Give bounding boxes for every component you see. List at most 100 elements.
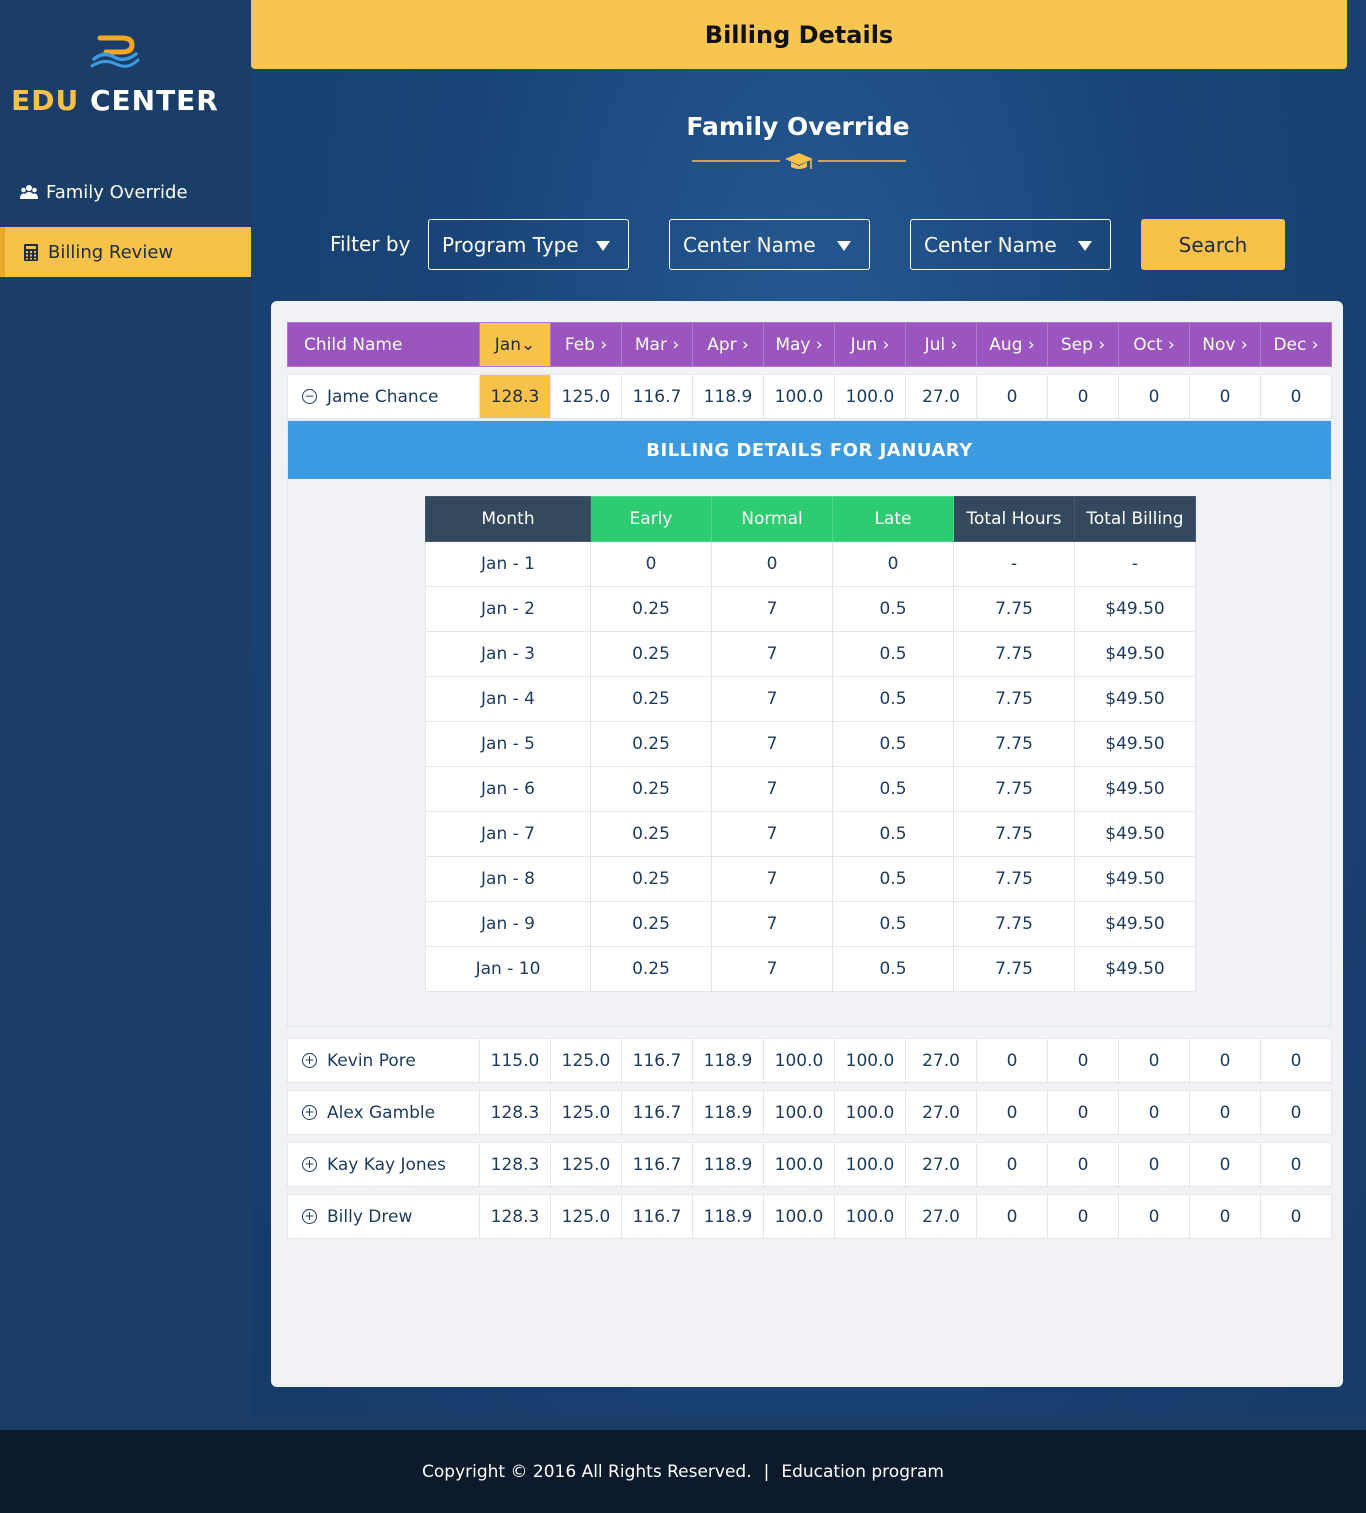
month-value[interactable]: 115.0: [479, 1038, 551, 1083]
month-value[interactable]: 0: [976, 1038, 1048, 1083]
month-value[interactable]: 116.7: [621, 1142, 693, 1187]
detail-cell: 0.25: [590, 766, 712, 812]
column-header-mar[interactable]: Mar ›: [621, 322, 693, 367]
child-name-cell: + Alex Gamble: [287, 1090, 480, 1135]
column-header-may[interactable]: May ›: [763, 322, 835, 367]
month-value[interactable]: 118.9: [692, 1090, 764, 1135]
month-value[interactable]: 27.0: [905, 1194, 977, 1239]
month-value[interactable]: 100.0: [834, 1038, 906, 1083]
month-value[interactable]: 0: [976, 1142, 1048, 1187]
month-value[interactable]: 100.0: [834, 1090, 906, 1135]
footer-program-link[interactable]: Education program: [781, 1462, 944, 1482]
month-value[interactable]: 125.0: [550, 1142, 622, 1187]
month-value[interactable]: 0: [1047, 1090, 1119, 1135]
month-value[interactable]: 100.0: [763, 1194, 835, 1239]
details-row: Jan - 7 0.25 7 0.5 7.75 $49.50: [425, 811, 1196, 857]
column-header-oct[interactable]: Oct ›: [1118, 322, 1190, 367]
detail-cell: $49.50: [1074, 631, 1196, 677]
expand-icon[interactable]: +: [302, 1209, 317, 1224]
month-value[interactable]: 0: [1260, 1142, 1332, 1187]
detail-cell: 0: [832, 541, 954, 587]
month-value[interactable]: 0: [1047, 374, 1119, 419]
month-value[interactable]: 100.0: [763, 1090, 835, 1135]
column-header-normal: Normal: [711, 496, 833, 542]
program-type-select[interactable]: Program Type: [428, 219, 629, 270]
month-value[interactable]: 0: [1047, 1038, 1119, 1083]
month-value[interactable]: 128.3: [479, 374, 551, 419]
month-value[interactable]: 128.3: [479, 1090, 551, 1135]
month-value[interactable]: 0: [976, 1194, 1048, 1239]
month-value[interactable]: 0: [1118, 1038, 1190, 1083]
detail-cell: 7.75: [953, 901, 1075, 947]
column-header-feb[interactable]: Feb ›: [550, 322, 622, 367]
detail-cell: Jan - 6: [425, 766, 591, 812]
expand-icon[interactable]: +: [302, 1053, 317, 1068]
month-value[interactable]: 100.0: [834, 374, 906, 419]
column-header-sep[interactable]: Sep ›: [1047, 322, 1119, 367]
logo[interactable]: EDU CENTER: [0, 32, 230, 117]
month-value[interactable]: 0: [1118, 1194, 1190, 1239]
month-value[interactable]: 116.7: [621, 1194, 693, 1239]
month-value[interactable]: 125.0: [550, 1194, 622, 1239]
month-value[interactable]: 118.9: [692, 1038, 764, 1083]
month-value[interactable]: 27.0: [905, 1038, 977, 1083]
sidebar-item-family-override[interactable]: Family Override: [0, 167, 251, 217]
billing-table: Child Name Jan⌄ Feb › Mar › Apr › May › …: [287, 322, 1332, 419]
month-value[interactable]: 0: [1189, 1142, 1261, 1187]
month-value[interactable]: 0: [1189, 374, 1261, 419]
month-value[interactable]: 27.0: [905, 1142, 977, 1187]
month-value[interactable]: 116.7: [621, 1038, 693, 1083]
month-value[interactable]: 0: [1189, 1090, 1261, 1135]
month-value[interactable]: 125.0: [550, 374, 622, 419]
column-header-jun[interactable]: Jun ›: [834, 322, 906, 367]
month-value[interactable]: 27.0: [905, 1090, 977, 1135]
sidebar-item-billing-review[interactable]: Billing Review: [0, 227, 251, 277]
center-name-select[interactable]: Center Name: [669, 219, 870, 270]
month-value[interactable]: 0: [1189, 1194, 1261, 1239]
month-value[interactable]: 118.9: [692, 1194, 764, 1239]
month-value[interactable]: 0: [976, 374, 1048, 419]
month-value[interactable]: 0: [1047, 1142, 1119, 1187]
column-header-jul[interactable]: Jul ›: [905, 322, 977, 367]
month-value[interactable]: 116.7: [621, 1090, 693, 1135]
column-header-apr[interactable]: Apr ›: [692, 322, 764, 367]
month-value[interactable]: 27.0: [905, 374, 977, 419]
detail-cell: Jan - 10: [425, 946, 591, 992]
month-value[interactable]: 125.0: [550, 1038, 622, 1083]
month-value[interactable]: 0: [1118, 1142, 1190, 1187]
month-value[interactable]: 100.0: [834, 1194, 906, 1239]
column-header-jan[interactable]: Jan⌄: [479, 322, 551, 367]
detail-cell: 0.5: [832, 766, 954, 812]
month-value[interactable]: 125.0: [550, 1090, 622, 1135]
month-value[interactable]: 0: [976, 1090, 1048, 1135]
detail-cell: 7.75: [953, 586, 1075, 632]
detail-cell: -: [1074, 541, 1196, 587]
month-value[interactable]: 0: [1260, 1038, 1332, 1083]
column-header-nov[interactable]: Nov ›: [1189, 322, 1261, 367]
month-value[interactable]: 100.0: [834, 1142, 906, 1187]
month-value[interactable]: 100.0: [763, 1142, 835, 1187]
month-value[interactable]: 0: [1118, 374, 1190, 419]
collapse-icon[interactable]: −: [302, 389, 317, 404]
month-value[interactable]: 100.0: [763, 1038, 835, 1083]
month-value[interactable]: 128.3: [479, 1194, 551, 1239]
month-value[interactable]: 0: [1260, 374, 1332, 419]
column-header-aug[interactable]: Aug ›: [976, 322, 1048, 367]
month-value[interactable]: 0: [1260, 1090, 1332, 1135]
month-value[interactable]: 116.7: [621, 374, 693, 419]
month-value[interactable]: 0: [1047, 1194, 1119, 1239]
detail-cell: 0.25: [590, 901, 712, 947]
month-value[interactable]: 0: [1189, 1038, 1261, 1083]
expand-icon[interactable]: +: [302, 1105, 317, 1120]
detail-cell: 7: [711, 721, 833, 767]
month-value[interactable]: 118.9: [692, 1142, 764, 1187]
column-header-dec[interactable]: Dec ›: [1260, 322, 1332, 367]
search-button[interactable]: Search: [1141, 219, 1285, 270]
month-value[interactable]: 0: [1118, 1090, 1190, 1135]
expand-icon[interactable]: +: [302, 1157, 317, 1172]
month-value[interactable]: 0: [1260, 1194, 1332, 1239]
month-value[interactable]: 128.3: [479, 1142, 551, 1187]
month-value[interactable]: 100.0: [763, 374, 835, 419]
month-value[interactable]: 118.9: [692, 374, 764, 419]
center-name-select-2[interactable]: Center Name: [910, 219, 1111, 270]
